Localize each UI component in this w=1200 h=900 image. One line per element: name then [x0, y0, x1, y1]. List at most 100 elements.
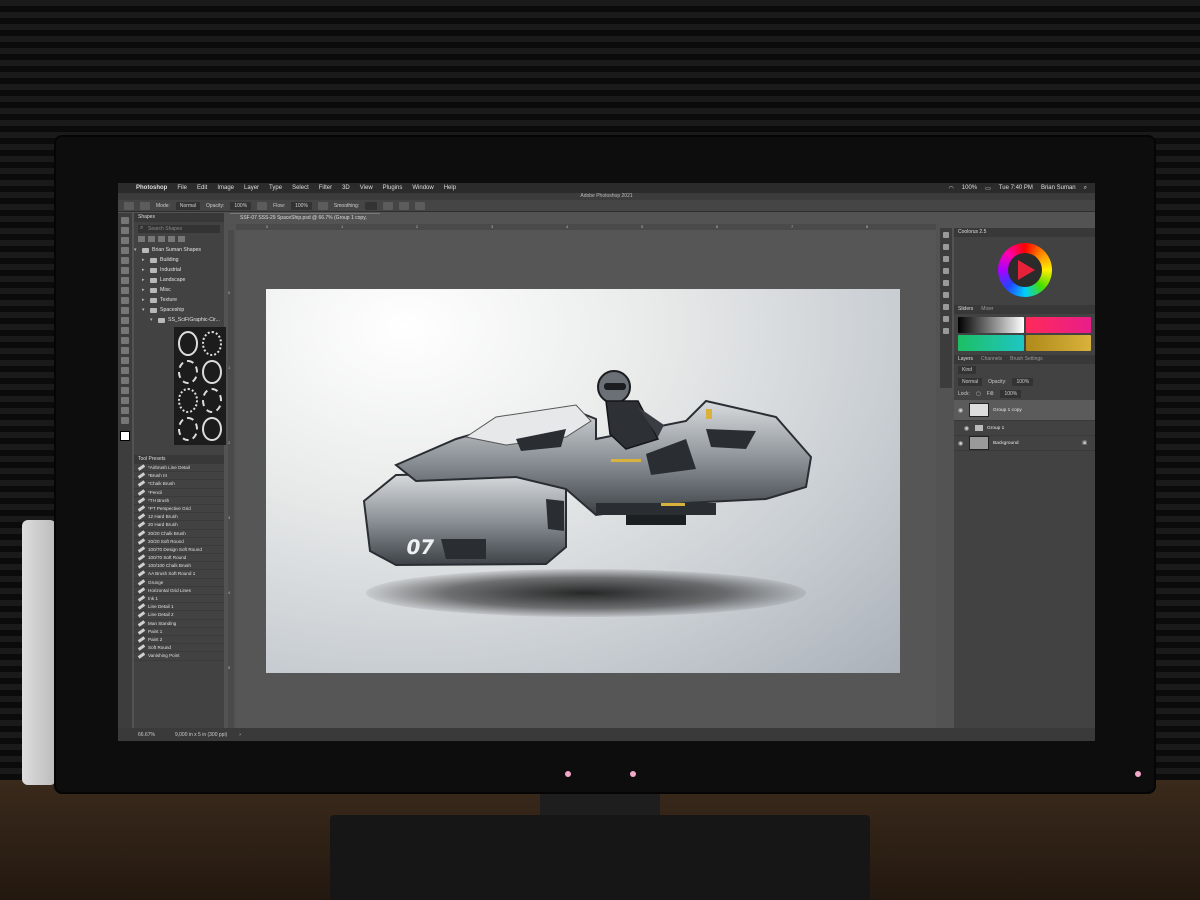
menu-3d[interactable]: 3D [342, 185, 350, 191]
view-icon[interactable] [178, 236, 185, 242]
adjustments-panel-icon[interactable] [943, 280, 949, 286]
list-item[interactable]: *TH Brush [134, 497, 224, 505]
libraries-panel-icon[interactable] [943, 292, 949, 298]
search-shapes-input[interactable]: Search Shapes [138, 224, 220, 233]
history-panel-icon[interactable] [943, 256, 949, 262]
tab-shapes[interactable]: Shapes [134, 213, 224, 222]
list-item[interactable]: Soft Round [134, 644, 224, 653]
tab-mixer[interactable]: Mixer [981, 305, 993, 314]
symmetry-icon[interactable] [415, 201, 426, 210]
chevron-right-icon[interactable]: › [239, 732, 241, 738]
menu-help[interactable]: Help [444, 185, 456, 191]
tab-layers[interactable]: Layers [958, 355, 973, 364]
path-select-tool-icon[interactable] [121, 387, 129, 394]
menu-window[interactable]: Window [412, 185, 433, 191]
smoothing-field[interactable] [365, 201, 378, 210]
pressure-opacity-icon[interactable] [257, 201, 268, 210]
history-brush-tool-icon[interactable] [121, 317, 129, 324]
menu-plugins[interactable]: Plugins [383, 185, 403, 191]
view-icon[interactable] [158, 236, 165, 242]
document-size[interactable]: 9,000 in x 5 in (300 ppi) [175, 732, 227, 738]
marquee-tool-icon[interactable] [121, 227, 129, 234]
swatches-panel-icon[interactable] [943, 244, 949, 250]
shape-thumbnail[interactable] [202, 331, 222, 356]
user-name[interactable]: Brian Suman [1041, 185, 1076, 191]
mode-select[interactable]: Normal [175, 201, 201, 210]
list-item[interactable]: 12 Hard Brush [134, 513, 224, 522]
move-tool-icon[interactable] [121, 217, 129, 224]
list-item[interactable]: *Brush III [134, 472, 224, 481]
list-item[interactable]: Grunge [134, 579, 224, 587]
lasso-tool-icon[interactable] [121, 237, 129, 244]
list-item[interactable]: 20 Hard Brush [134, 521, 224, 530]
tab-channels[interactable]: Channels [981, 355, 1002, 364]
hand-tool-icon[interactable] [121, 407, 129, 414]
angle-icon[interactable] [399, 201, 410, 210]
navigator-panel-icon[interactable] [943, 328, 949, 334]
menu-type[interactable]: Type [269, 185, 282, 191]
list-item[interactable]: 20/20 Chalk Brush [134, 530, 224, 538]
frame-tool-icon[interactable] [121, 267, 129, 274]
color-panel-icon[interactable] [943, 232, 949, 238]
shape-tool-icon[interactable] [121, 397, 129, 404]
tree-item-texture[interactable]: ▸ Texture [134, 295, 224, 305]
list-item[interactable]: Paint 1 [134, 628, 224, 636]
list-item[interactable]: 100/70 Soft Round [134, 554, 224, 563]
eye-icon[interactable]: ◉ [958, 440, 965, 447]
list-item[interactable]: Line Detail 1 [134, 603, 224, 612]
list-item[interactable]: 100/100 Chalk Brush [134, 562, 224, 571]
shape-thumbnail[interactable] [178, 416, 198, 441]
slider-red[interactable] [1025, 317, 1091, 333]
battery-level[interactable]: 100% [962, 185, 977, 191]
list-item[interactable]: Line Detail 2 [134, 611, 224, 620]
view-icon[interactable] [168, 236, 175, 242]
list-item[interactable]: Horizontal Grid Lines [134, 587, 224, 595]
tree-item-landscape[interactable]: ▸ Landscape [134, 275, 224, 285]
battery-icon[interactable]: ▭ [985, 185, 991, 192]
dodge-tool-icon[interactable] [121, 357, 129, 364]
airbrush-icon[interactable] [317, 201, 328, 210]
shape-thumbnail[interactable] [202, 388, 222, 413]
tab-coolorus[interactable]: Coolorus 2.5 [958, 228, 986, 237]
eyedropper-tool-icon[interactable] [121, 277, 129, 284]
list-item[interactable]: *Chalk Brush [134, 480, 224, 489]
brush-tool-icon[interactable] [121, 297, 129, 304]
zoom-level[interactable]: 66.67% [138, 732, 155, 738]
document-canvas[interactable]: 07 [266, 289, 900, 673]
menu-layer[interactable]: Layer [244, 185, 259, 191]
lock-icon[interactable]: ▢ [976, 391, 981, 397]
pen-tool-icon[interactable] [121, 367, 129, 374]
brush-preset-picker[interactable] [140, 201, 150, 210]
kind-filter[interactable]: Kind [958, 366, 977, 374]
tree-root-folder[interactable]: ▾ Brian Suman Shapes [134, 245, 224, 255]
menu-app-name[interactable]: Photoshop [136, 185, 167, 191]
list-item[interactable]: Man Standing [134, 620, 224, 628]
menu-view[interactable]: View [360, 185, 373, 191]
slider-gold[interactable] [1025, 335, 1091, 351]
list-item[interactable]: *PT Perspective Grid [134, 505, 224, 514]
shape-thumbnail[interactable] [178, 331, 198, 356]
list-item[interactable]: *Airbrush Line Detail [134, 464, 224, 473]
view-icon[interactable] [138, 236, 145, 242]
layer-row[interactable]: ◉ Group 1 [954, 421, 1095, 436]
list-item[interactable]: *Pencil [134, 489, 224, 497]
menu-file[interactable]: File [177, 185, 187, 191]
list-item[interactable]: 100/70 Design Soft Round [134, 546, 224, 555]
list-item[interactable]: 20/20 Soft Round [134, 538, 224, 546]
shape-thumbnail[interactable] [202, 359, 222, 384]
type-tool-icon[interactable] [121, 377, 129, 384]
vertical-ruler[interactable]: 0 1 2 3 4 5 [228, 230, 234, 728]
gradient-tool-icon[interactable] [121, 337, 129, 344]
foreground-color-swatch[interactable] [120, 431, 130, 441]
tree-item-industrial[interactable]: ▸ Industrial [134, 265, 224, 275]
shape-thumbnail[interactable] [178, 388, 198, 413]
eye-icon[interactable]: ◉ [964, 425, 971, 432]
tab-sliders[interactable]: Sliders [958, 305, 973, 314]
tab-tool-presets[interactable]: Tool Presets [134, 455, 224, 464]
document-tab[interactable]: SSF-07 SSS-29 SpaceShip.psd @ 66.7% (Gro… [230, 213, 380, 230]
layer-opacity-field[interactable]: 100% [1012, 378, 1034, 386]
layer-fill-field[interactable]: 100% [1000, 390, 1022, 398]
tab-brush-settings[interactable]: Brush Settings [1010, 355, 1043, 364]
home-icon[interactable] [124, 201, 134, 210]
layer-row[interactable]: ◉ Group 1 copy [954, 400, 1095, 421]
